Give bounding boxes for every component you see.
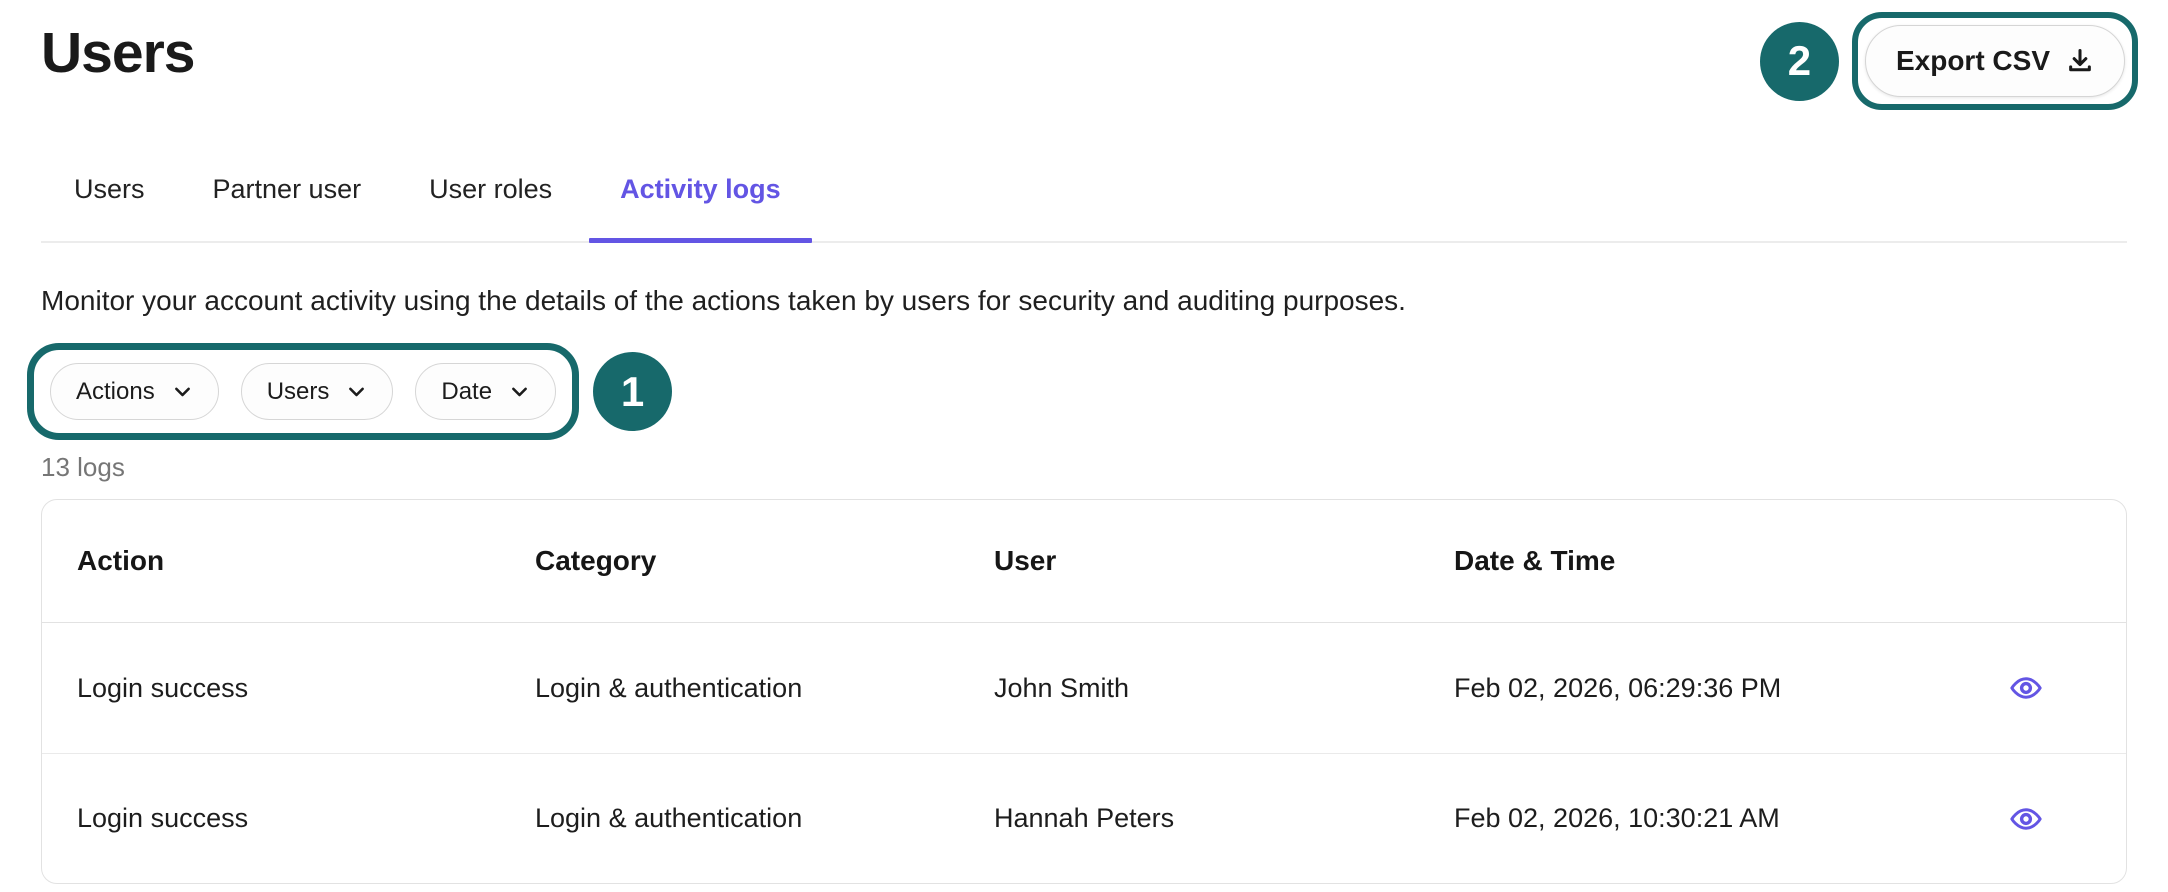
activity-logs-table: Action Category User Date & Time Login s… xyxy=(41,499,2127,884)
tabs-bar: Users Partner user User roles Activity l… xyxy=(74,174,2127,243)
cell-user: John Smith xyxy=(994,673,1454,704)
eye-icon xyxy=(2009,671,2043,705)
filter-date-dropdown[interactable]: Date xyxy=(415,363,556,420)
table-row: Login success Login & authentication Joh… xyxy=(42,623,2126,753)
table-row: Login success Login & authentication Han… xyxy=(42,753,2126,883)
filter-actions-label: Actions xyxy=(76,378,155,406)
chevron-down-icon xyxy=(509,381,530,402)
annotation-badge-1: 1 xyxy=(593,352,672,431)
cell-category: Login & authentication xyxy=(535,673,994,704)
logs-count: 13 logs xyxy=(41,452,2127,483)
users-page: Users 2 Export CSV Users Partn xyxy=(0,0,2168,884)
tab-users[interactable]: Users xyxy=(74,174,145,243)
annotation-badge-2: 2 xyxy=(1760,22,1839,101)
filters-row: Actions Users Date 1 xyxy=(27,343,2127,440)
annotation-highlight-filters: Actions Users Date xyxy=(27,343,579,440)
export-group: 2 Export CSV xyxy=(1760,12,2138,110)
annotation-highlight-export: Export CSV xyxy=(1852,12,2138,110)
export-csv-button[interactable]: Export CSV xyxy=(1865,25,2125,97)
page-title: Users xyxy=(41,20,194,86)
cell-datetime: Feb 02, 2026, 06:29:36 PM xyxy=(1454,673,2002,704)
page-header: Users 2 Export CSV xyxy=(41,0,2127,118)
column-header-datetime: Date & Time xyxy=(1454,545,2002,577)
cell-user: Hannah Peters xyxy=(994,803,1454,834)
view-details-button[interactable] xyxy=(2002,664,2050,712)
cell-action: Login success xyxy=(77,673,535,704)
tab-partner-user[interactable]: Partner user xyxy=(213,174,362,243)
filter-users-label: Users xyxy=(267,378,330,406)
filter-date-label: Date xyxy=(441,378,492,406)
tab-user-roles[interactable]: User roles xyxy=(429,174,552,243)
column-header-user: User xyxy=(994,545,1454,577)
table-header-row: Action Category User Date & Time xyxy=(42,500,2126,623)
cell-action: Login success xyxy=(77,803,535,834)
column-header-category: Category xyxy=(535,545,994,577)
chevron-down-icon xyxy=(172,381,193,402)
chevron-down-icon xyxy=(346,381,367,402)
cell-category: Login & authentication xyxy=(535,803,994,834)
cell-datetime: Feb 02, 2026, 10:30:21 AM xyxy=(1454,803,2002,834)
eye-icon xyxy=(2009,802,2043,836)
activity-logs-description: Monitor your account activity using the … xyxy=(41,285,2127,317)
export-csv-label: Export CSV xyxy=(1896,45,2050,77)
filter-users-dropdown[interactable]: Users xyxy=(241,363,394,420)
download-icon xyxy=(2066,47,2094,75)
tab-activity-logs[interactable]: Activity logs xyxy=(620,174,781,243)
view-details-button[interactable] xyxy=(2002,795,2050,843)
column-header-action: Action xyxy=(77,545,535,577)
filter-actions-dropdown[interactable]: Actions xyxy=(50,363,219,420)
